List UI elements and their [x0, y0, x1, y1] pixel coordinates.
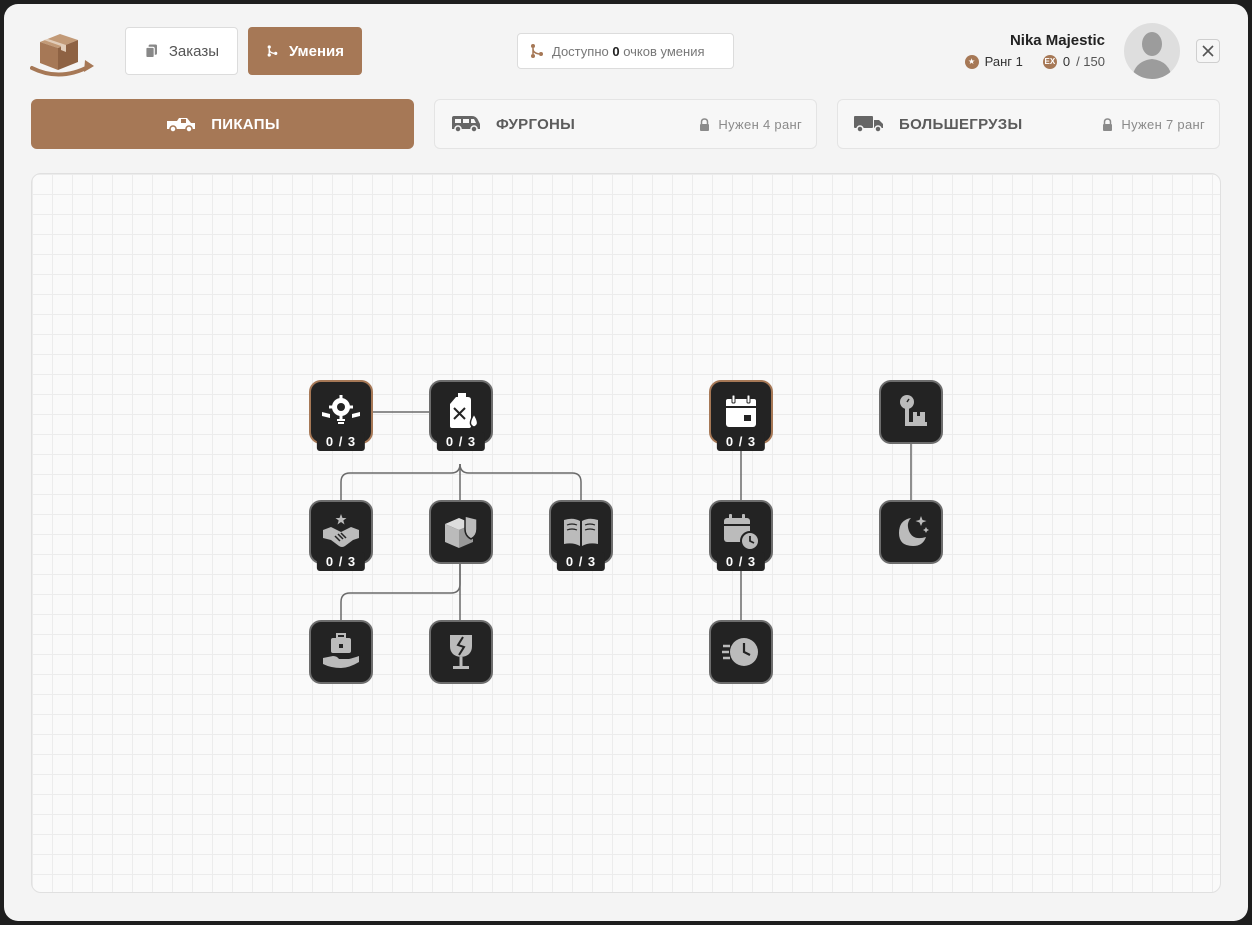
exp-icon: EX	[1042, 54, 1057, 69]
points-value: 0	[612, 43, 620, 59]
skill-tree: 0 / 3 0 / 3 0 / 3 0 / 3 0 / 3 0 / 3	[31, 173, 1221, 893]
heavy-trucks-lock-note: Нужен 7 ранг	[1102, 117, 1205, 132]
skill-node-night[interactable]	[879, 500, 943, 564]
skill-tree-icon	[531, 44, 543, 58]
skill-links	[340, 411, 912, 622]
tab-pickups-label: ПИКАПЫ	[211, 115, 280, 133]
link-fuel-knowledge	[459, 463, 582, 502]
skill-node-protect[interactable]	[429, 500, 493, 564]
calendar-icon	[726, 394, 756, 427]
user-name: Nika Majestic	[1009, 32, 1105, 49]
handshake-icon	[323, 514, 359, 547]
delivery-box-logo-icon	[30, 34, 94, 77]
skill-node-fragile[interactable]	[429, 620, 493, 684]
user-silhouette-icon	[1132, 32, 1172, 79]
box-shield-icon	[445, 515, 478, 548]
skill-progress: 0 / 3	[716, 552, 766, 571]
scale-box-icon	[900, 395, 927, 426]
avatar[interactable]	[1124, 23, 1180, 79]
hand-briefcase-icon	[323, 633, 359, 668]
exp-current: 0	[1062, 54, 1071, 69]
open-book-icon	[564, 518, 598, 546]
skill-progress: 0 / 3	[556, 552, 606, 571]
fast-clock-icon	[722, 638, 758, 666]
skill-progress: 0 / 3	[716, 432, 766, 451]
lock-icon	[700, 117, 710, 131]
tab-vans[interactable]: ФУРГОНЫ Нужен 4 ранг	[434, 99, 817, 149]
documents-icon	[145, 44, 158, 59]
rank-label: Ранг 1	[984, 54, 1023, 69]
calendar-clock-icon	[724, 514, 760, 551]
points-prefix: Доступно	[552, 43, 609, 59]
skills-button[interactable]: Умения	[248, 27, 362, 75]
tab-vans-label: ФУРГОНЫ	[496, 115, 576, 133]
fuel-canister-icon	[450, 393, 479, 428]
rank-star-icon: ★	[964, 54, 979, 69]
vans-lock-note: Нужен 4 ранг	[699, 117, 802, 132]
skill-node-deal[interactable]: 0 / 3	[309, 500, 373, 571]
skill-progress: 0 / 3	[316, 432, 366, 451]
tab-heavy-trucks-label: БОЛЬШЕГРУЗЫ	[899, 115, 1023, 133]
skills-button-label: Умения	[288, 42, 344, 60]
exp-max: / 150	[1076, 54, 1105, 69]
heavy-trucks-lock-text: Нужен 7 ранг	[1121, 116, 1205, 132]
fragile-glass-icon	[450, 635, 472, 669]
lock-icon	[1103, 117, 1113, 131]
skill-node-fuel[interactable]: 0 / 3	[429, 380, 493, 451]
tab-pickups[interactable]: ПИКАПЫ	[31, 99, 414, 149]
heavy-truck-icon	[854, 116, 883, 133]
skill-node-weight[interactable]	[879, 380, 943, 444]
skill-points-indicator: Доступно 0 очков умения	[517, 33, 734, 69]
user-stats: ★ Ранг 1 EX 0 / 150	[964, 54, 1105, 69]
vans-lock-text: Нужен 4 ранг	[718, 116, 802, 132]
link-protect-service	[340, 564, 461, 622]
orders-button[interactable]: Заказы	[125, 27, 238, 75]
skill-progress: 0 / 3	[316, 552, 366, 571]
skill-node-express[interactable]	[709, 620, 773, 684]
orders-button-label: Заказы	[168, 42, 219, 60]
moon-stars-icon	[899, 516, 929, 546]
skills-window: Заказы Умения Доступно 0 очков умения Ni…	[4, 4, 1248, 921]
van-icon	[452, 116, 480, 133]
link-fuel-deal	[340, 463, 461, 502]
close-icon	[1202, 45, 1214, 57]
skill-progress: 0 / 3	[436, 432, 486, 451]
skill-node-service[interactable]	[309, 620, 373, 684]
skill-node-repair[interactable]: 0 / 3	[309, 380, 373, 451]
skill-node-schedule[interactable]: 0 / 3	[709, 380, 773, 451]
skill-node-timing[interactable]: 0 / 3	[709, 500, 773, 571]
wrench-gear-icon	[322, 395, 360, 424]
points-suffix: очков умения	[623, 43, 705, 59]
skill-node-knowledge[interactable]: 0 / 3	[549, 500, 613, 571]
skill-tree-icon	[267, 45, 278, 57]
tab-heavy-trucks[interactable]: БОЛЬШЕГРУЗЫ Нужен 7 ранг	[837, 99, 1220, 149]
close-button[interactable]	[1196, 39, 1220, 63]
pickup-truck-icon	[167, 118, 196, 133]
